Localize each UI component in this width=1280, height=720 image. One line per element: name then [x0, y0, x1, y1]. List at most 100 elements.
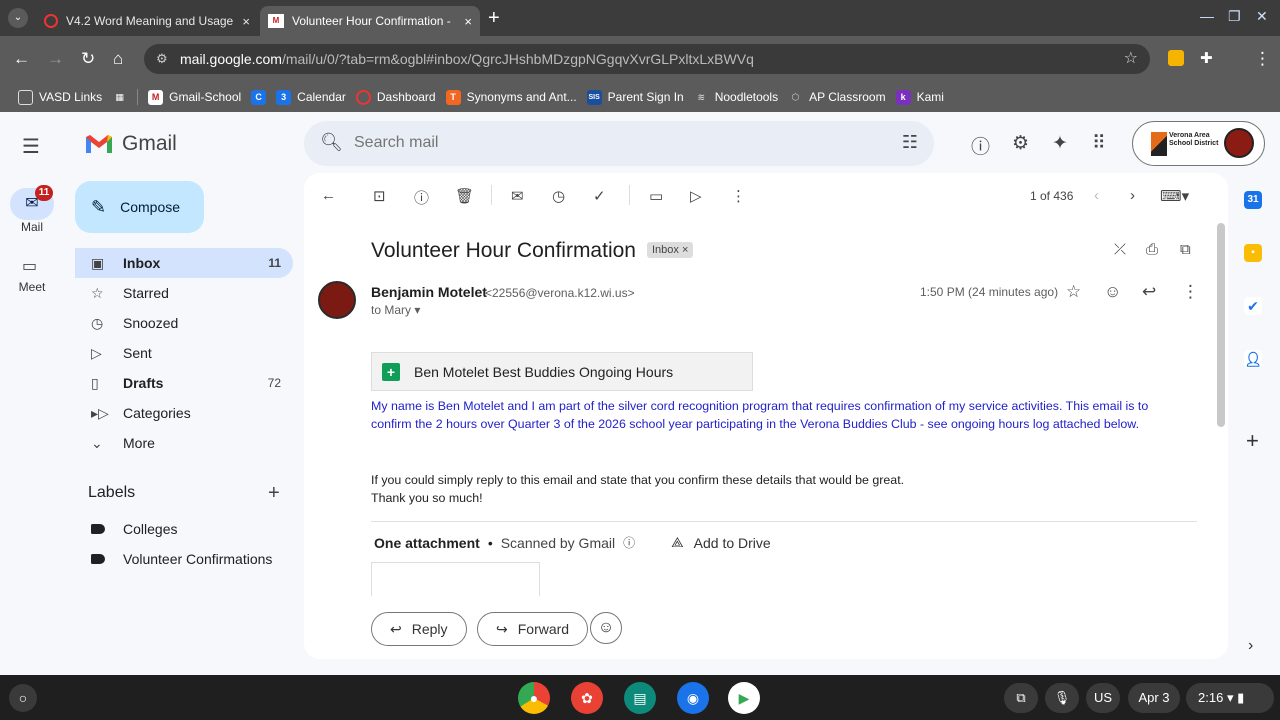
bookmark-ap-classroom[interactable]: ⬡ AP Classroom [788, 90, 886, 105]
create-label-plus-icon[interactable]: + [268, 482, 280, 505]
bookmark-apps[interactable]: ▦ [112, 90, 127, 105]
search-options-icon[interactable]: ☷ [902, 132, 918, 153]
forward-button[interactable]: ↪ Forward [477, 612, 589, 646]
bookmark-parent-sign-in[interactable]: SIS Parent Sign In [586, 89, 684, 105]
bookmark-c[interactable]: C [251, 89, 267, 105]
reply-icon[interactable]: ↩ [1142, 282, 1156, 302]
help-icon[interactable]: ⓘ [971, 132, 990, 159]
add-to-drive-button[interactable]: ⟁ Add to Drive [671, 534, 771, 551]
back-icon[interactable]: ← [13, 49, 30, 69]
older-chevron-icon[interactable]: › [1130, 187, 1135, 204]
site-info-icon[interactable]: ⚙ [156, 44, 168, 74]
delete-icon[interactable]: 🗑︎ [455, 187, 474, 205]
label-colleges[interactable]: Colleges [91, 521, 177, 537]
input-method-indicator[interactable]: US [1086, 683, 1120, 713]
nav-snoozed[interactable]: ◷ Snoozed [75, 308, 293, 338]
reload-icon[interactable]: ↻ [81, 49, 95, 69]
report-spam-icon[interactable]: ⓘ [414, 187, 429, 208]
snooze-icon[interactable]: ◷ [552, 187, 565, 205]
bookmark-synonyms[interactable]: T Synonyms and Ant... [445, 89, 577, 105]
bookmark-kami[interactable]: k Kami [895, 89, 944, 105]
keep-icon[interactable]: ▪ [1244, 244, 1262, 262]
scrollbar-thumb[interactable] [1217, 223, 1225, 427]
bookmark-calendar[interactable]: 3 Calendar [276, 89, 346, 105]
tab-close-icon[interactable]: × [464, 14, 472, 29]
extension-icon[interactable] [1168, 50, 1184, 66]
nav-drafts[interactable]: ▯ Drafts 72 [75, 368, 293, 398]
meet-video-icon[interactable]: ▭ [22, 256, 37, 276]
show-side-panel-chevron-icon[interactable]: › [1248, 637, 1253, 655]
tab-word-meaning[interactable]: V4.2 Word Meaning and Usage × [36, 6, 258, 36]
home-icon[interactable]: ⌂ [113, 49, 123, 69]
launcher-icon[interactable]: ○ [9, 684, 37, 712]
collapse-all-icon[interactable]: ⤫ [1114, 241, 1126, 258]
nav-inbox[interactable]: ▣ Inbox 11 [75, 248, 293, 278]
message-more-icon[interactable]: ⋮ [1182, 282, 1199, 302]
reply-button[interactable]: ↩ Reply [371, 612, 467, 646]
search-icon[interactable]: 🔍︎ [320, 132, 343, 153]
print-icon[interactable]: ⎙ [1146, 241, 1158, 258]
classroom-app-icon[interactable]: ▤ [624, 682, 656, 714]
get-addons-plus-icon[interactable]: + [1246, 428, 1259, 454]
move-to-icon[interactable]: ▭ [649, 187, 663, 205]
gmail-logo[interactable]: Gmail [84, 132, 177, 156]
newer-chevron-icon[interactable]: ‹ [1094, 187, 1099, 204]
add-task-icon[interactable]: ✓ [593, 187, 606, 205]
archive-icon[interactable]: ⊡ [373, 187, 386, 205]
nav-categories[interactable]: ▸▷ Categories [75, 398, 293, 428]
chrome-app-icon[interactable]: ● [518, 682, 550, 714]
close-window-icon[interactable]: ✕ [1256, 8, 1268, 25]
restore-icon[interactable]: ❐ [1228, 8, 1241, 25]
contacts-icon[interactable]: 👤︎ [1244, 350, 1262, 368]
back-to-inbox-icon[interactable]: ← [321, 187, 336, 204]
date-indicator[interactable]: Apr 3 [1128, 683, 1180, 713]
star-message-icon[interactable]: ☆ [1066, 282, 1081, 302]
mark-unread-icon[interactable]: ✉ [511, 187, 524, 205]
inbox-label-chip[interactable]: Inbox × [647, 242, 694, 258]
open-new-window-icon[interactable]: ⧉ [1180, 241, 1191, 258]
sender-name[interactable]: Benjamin Motelet [371, 284, 487, 300]
forward-icon[interactable]: → [47, 49, 64, 69]
tab-close-icon[interactable]: × [242, 14, 250, 29]
compose-button[interactable]: ✎ Compose [75, 181, 204, 233]
bookmark-vasd-links[interactable]: VASD Links [18, 89, 102, 105]
label-volunteer-confirmations[interactable]: Volunteer Confirmations [91, 551, 272, 567]
gemini-icon[interactable]: ✦ [1052, 132, 1068, 155]
tasks-icon[interactable]: ✔ [1244, 297, 1262, 315]
address-bar[interactable]: ⚙ mail.google.com/mail/u/0/?tab=rm&ogbl#… [144, 44, 1150, 74]
bookmark-gmail-school[interactable]: M Gmail-School [148, 89, 241, 105]
nav-starred[interactable]: ☆ Starred [75, 278, 293, 308]
main-menu-icon[interactable]: ☰ [22, 134, 40, 159]
bookmark-star-icon[interactable]: ☆ [1124, 44, 1138, 74]
play-store-icon[interactable]: ▶ [728, 682, 760, 714]
minimize-icon[interactable]: — [1200, 8, 1214, 24]
tab-search-chevron-icon[interactable]: ⌄ [8, 8, 28, 28]
emoji-react-button[interactable]: ☺ [590, 612, 622, 644]
drive-attachment-chip[interactable]: + Ben Motelet Best Buddies Ongoing Hours [371, 352, 753, 391]
input-tools-keyboard-icon[interactable]: ⌨▾ [1160, 187, 1189, 205]
labels-icon[interactable]: ▷ [690, 187, 702, 205]
recipient-line[interactable]: to Mary ▾ [371, 303, 420, 317]
nav-more[interactable]: ⌄ More [75, 428, 293, 458]
settings-gear-icon[interactable]: ⚙ [1012, 132, 1029, 155]
holding-space-icon[interactable]: ⧉ [1004, 683, 1038, 713]
chrome-menu-icon[interactable]: ⋮ [1254, 49, 1271, 69]
info-icon[interactable]: ⓘ [623, 534, 635, 551]
camera-app-icon[interactable]: ◉ [677, 682, 709, 714]
canvas-app-icon[interactable]: ✿ [571, 682, 603, 714]
sender-avatar[interactable] [318, 281, 356, 319]
search-input[interactable] [354, 129, 874, 157]
nav-sent[interactable]: ▷ Sent [75, 338, 293, 368]
bookmark-dashboard[interactable]: Dashboard [355, 89, 436, 105]
emoji-reaction-icon[interactable]: ☺ [1104, 282, 1121, 302]
microphone-icon[interactable]: 🎙︎ [1045, 683, 1079, 713]
extensions-puzzle-icon[interactable]: ✚ [1200, 49, 1213, 67]
new-tab-button[interactable]: + [488, 8, 500, 28]
tab-volunteer-hour[interactable]: M Volunteer Hour Confirmation - × [260, 6, 480, 36]
more-options-icon[interactable]: ⋮ [731, 187, 746, 205]
account-switcher[interactable]: Verona Area School District [1132, 121, 1265, 166]
calendar-icon[interactable]: 31 [1244, 191, 1262, 209]
google-apps-icon[interactable]: ⠿ [1092, 132, 1106, 155]
status-tray[interactable]: 2:16 ▾ ▮ [1186, 683, 1274, 713]
bookmark-noodletools[interactable]: ≋ Noodletools [694, 90, 778, 105]
